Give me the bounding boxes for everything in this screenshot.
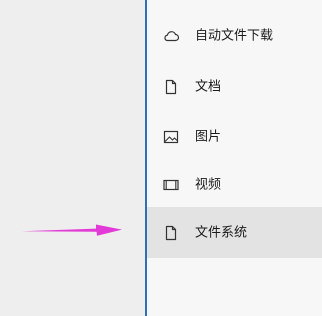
pointer-arrow-icon	[22, 224, 122, 236]
menu-item-documents[interactable]: 文档	[147, 61, 322, 112]
menu-item-file-system[interactable]: 文件系统	[147, 207, 322, 258]
menu-item-label: 视频	[195, 177, 222, 192]
film-icon	[163, 179, 179, 190]
menu-item-label: 自动文件下载	[195, 28, 274, 43]
menu-item-pictures[interactable]: 图片	[147, 111, 322, 162]
menu-item-label: 文档	[195, 79, 222, 94]
menu-item-label: 文件系统	[195, 225, 248, 240]
menu-item-label: 图片	[195, 129, 222, 144]
image-icon	[163, 130, 179, 143]
cloud-icon	[164, 30, 180, 41]
menu-item-auto-download[interactable]: 自动文件下载	[147, 10, 322, 61]
left-pane	[0, 0, 145, 316]
context-menu: 自动文件下载 文档 图片 视频 文件系统	[147, 0, 322, 316]
menu-item-videos[interactable]: 视频	[147, 159, 322, 210]
document-icon	[165, 79, 177, 94]
document-icon	[165, 225, 177, 240]
